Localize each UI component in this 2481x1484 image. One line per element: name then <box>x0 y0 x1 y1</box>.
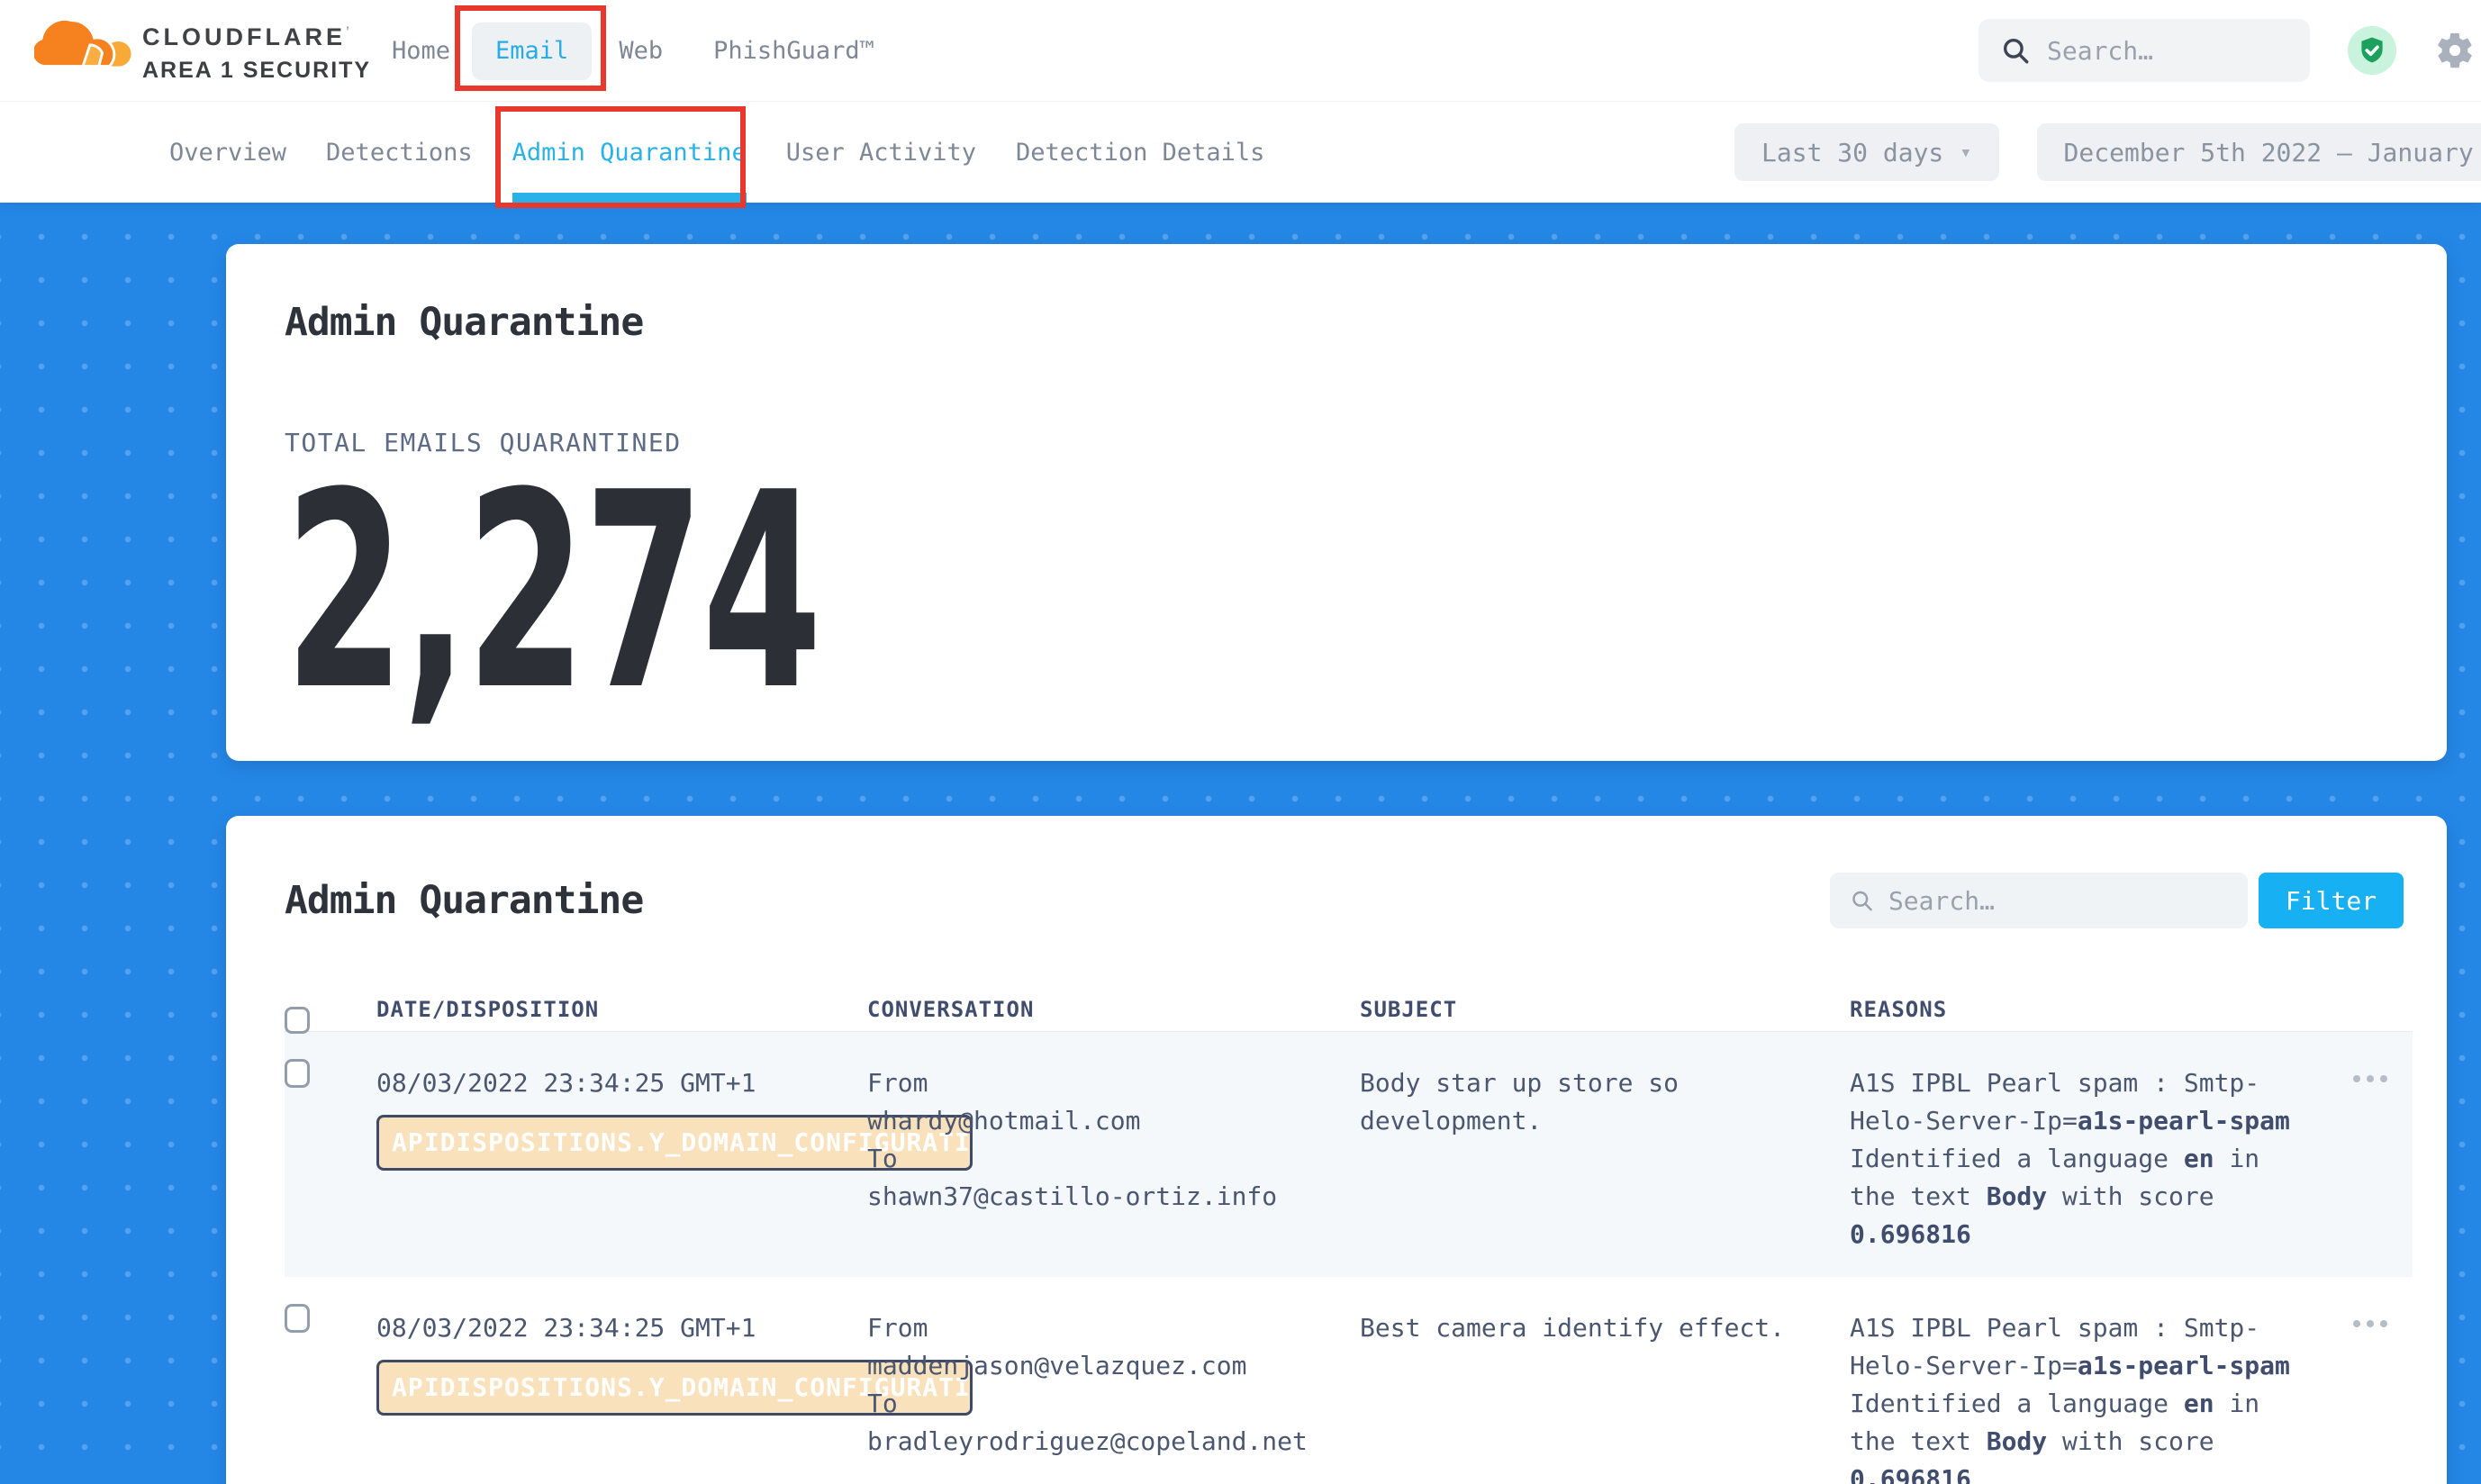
settings-button[interactable] <box>2434 30 2476 71</box>
table-controls: Filter <box>1830 873 2404 928</box>
primary-nav: Home Email Web PhishGuard™ <box>392 0 874 102</box>
page-content: Admin Quarantine TOTAL EMAILS QUARANTINE… <box>0 203 2481 1484</box>
date-range-button[interactable]: December 5th 2022 — January 4th 2023 <box>2037 123 2481 181</box>
from-label: From <box>867 1309 1360 1347</box>
search-icon <box>1850 887 1874 914</box>
brand-subtitle: AREA 1 SECURITY <box>142 58 371 84</box>
search-icon <box>2000 35 2031 66</box>
tab-admin-quarantine[interactable]: Admin Quarantine <box>512 102 747 203</box>
table-search-input[interactable] <box>1888 886 2228 916</box>
brand-name: CLOUDFLARE <box>142 23 346 50</box>
select-all-checkbox[interactable] <box>285 1007 310 1034</box>
ellipsis-icon <box>2353 1075 2413 1082</box>
column-header-date: DATE/DISPOSITION <box>376 997 867 1022</box>
app-window: CLOUDFLARE’ AREA 1 SECURITY Home Email W… <box>0 0 2481 1484</box>
chevron-down-icon: ▾ <box>1960 141 1971 164</box>
row-checkbox-cell <box>285 1277 376 1484</box>
to-email: bradleyrodriguez@copeland.net <box>867 1423 1360 1461</box>
date-disposition-cell: 08/03/2022 23:34:25 GMT+1APIDISPOSITIONS… <box>376 1277 867 1484</box>
row-reasons: A1S IPBL Pearl spam : Smtp-Helo-Server-I… <box>1850 1309 2300 1484</box>
quarantine-table-card: Admin Quarantine Filter DATE/DISPOSITION <box>226 816 2447 1484</box>
from-label: From <box>867 1064 1360 1102</box>
conversation-cell: Fromwhardy@hotmail.comToshawn37@castillo… <box>867 1032 1360 1277</box>
topnav-right-cluster <box>1978 19 2476 82</box>
row-menu-button[interactable] <box>2353 1032 2413 1277</box>
to-label: To <box>867 1140 1360 1178</box>
ellipsis-icon <box>2353 1320 2413 1327</box>
top-navbar: CLOUDFLARE’ AREA 1 SECURITY Home Email W… <box>0 0 2481 102</box>
tab-detections[interactable]: Detections <box>326 102 473 203</box>
conversation-cell: Frommaddenjason@velazquez.comTobradleyro… <box>867 1277 1360 1484</box>
period-dropdown[interactable]: Last 30 days ▾ <box>1734 123 1999 181</box>
cloudflare-cloud-icon <box>34 11 131 83</box>
row-subject: Best camera identify effect. <box>1360 1309 1810 1347</box>
table-row: 08/03/2022 23:34:25 GMT+1APIDISPOSITIONS… <box>285 1277 2413 1484</box>
tab-detection-details[interactable]: Detection Details <box>1016 102 1264 203</box>
security-status-badge[interactable] <box>2348 26 2396 75</box>
table-row: 08/03/2022 23:34:25 GMT+1APIDISPOSITIONS… <box>285 1032 2413 1277</box>
row-menu-button[interactable] <box>2353 1277 2413 1484</box>
reasons-cell: A1S IPBL Pearl spam : Smtp-Helo-Server-I… <box>1850 1032 2353 1277</box>
global-search-input[interactable] <box>2047 36 2288 66</box>
row-date: 08/03/2022 23:34:25 GMT+1 <box>376 1309 867 1347</box>
summary-card-title: Admin Quarantine <box>285 300 2388 345</box>
summary-card: Admin Quarantine TOTAL EMAILS QUARANTINE… <box>226 244 2447 761</box>
row-checkbox-cell <box>285 1032 376 1277</box>
column-header-subject: SUBJECT <box>1360 997 1850 1022</box>
table-body: 08/03/2022 23:34:25 GMT+1APIDISPOSITIONS… <box>285 1032 2413 1484</box>
metric-value: 2,274 <box>285 477 1631 707</box>
to-email: shawn37@castillo-ortiz.info <box>867 1178 1360 1216</box>
column-header-conversation: CONVERSATION <box>867 997 1360 1022</box>
date-disposition-cell: 08/03/2022 23:34:25 GMT+1APIDISPOSITIONS… <box>376 1032 867 1277</box>
reasons-cell: A1S IPBL Pearl spam : Smtp-Helo-Server-I… <box>1850 1277 2353 1484</box>
row-reasons: A1S IPBL Pearl spam : Smtp-Helo-Server-I… <box>1850 1064 2300 1253</box>
gear-icon <box>2434 30 2476 71</box>
row-checkbox[interactable] <box>285 1059 310 1088</box>
table-card-title: Admin Quarantine <box>285 878 643 923</box>
from-email: whardy@hotmail.com <box>867 1102 1360 1140</box>
table-header-row: DATE/DISPOSITION CONVERSATION SUBJECT RE… <box>285 980 2413 1032</box>
brand-trademark: ’ <box>346 23 353 38</box>
column-header-reasons: REASONS <box>1850 997 2353 1022</box>
brand-text: CLOUDFLARE’ AREA 1 SECURITY <box>142 11 371 84</box>
row-date: 08/03/2022 23:34:25 GMT+1 <box>376 1064 867 1102</box>
cloudflare-logo[interactable]: CLOUDFLARE’ AREA 1 SECURITY <box>34 11 371 84</box>
global-search[interactable] <box>1978 19 2310 82</box>
to-label: To <box>867 1385 1360 1423</box>
nav-item-phishguard[interactable]: PhishGuard™ <box>713 37 874 65</box>
tab-user-activity[interactable]: User Activity <box>786 102 976 203</box>
row-subject: Body star up store so development. <box>1360 1064 1810 1140</box>
date-controls: Last 30 days ▾ December 5th 2022 — Janua… <box>1734 123 2481 181</box>
nav-item-web[interactable]: Web <box>619 37 663 65</box>
table-search[interactable] <box>1830 873 2248 928</box>
section-tabs: Overview Detections Admin Quarantine Use… <box>169 102 1264 203</box>
nav-item-home[interactable]: Home <box>392 37 450 65</box>
shield-check-icon <box>2357 35 2387 66</box>
filter-button[interactable]: Filter <box>2259 873 2404 928</box>
subject-cell: Body star up store so development. <box>1360 1032 1850 1277</box>
row-checkbox[interactable] <box>285 1304 310 1333</box>
section-tabs-bar: Overview Detections Admin Quarantine Use… <box>0 102 2481 203</box>
from-email: maddenjason@velazquez.com <box>867 1347 1360 1385</box>
tab-overview[interactable]: Overview <box>169 102 286 203</box>
subject-cell: Best camera identify effect. <box>1360 1277 1850 1484</box>
nav-item-email[interactable]: Email <box>472 23 592 80</box>
